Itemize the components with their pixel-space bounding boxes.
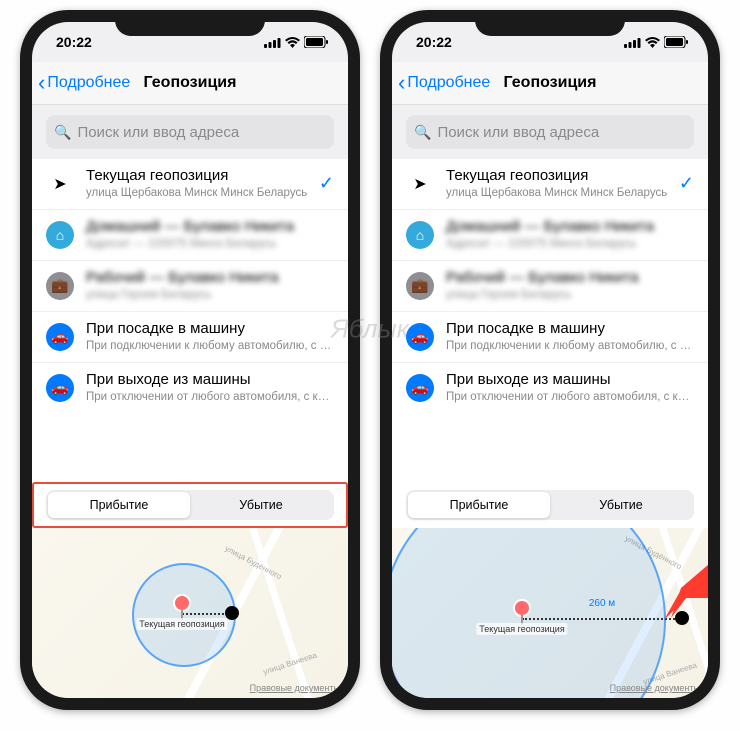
search-icon: 🔍 bbox=[54, 124, 71, 141]
wifi-icon bbox=[645, 37, 660, 48]
search-placeholder: Поиск или ввод адреса bbox=[77, 124, 239, 141]
row-subtitle: улица Героев Беларусь bbox=[446, 288, 694, 303]
briefcase-icon: 💼 bbox=[406, 272, 434, 300]
briefcase-icon: 💼 bbox=[46, 272, 74, 300]
row-title: Рабочий — Булавко Никита bbox=[86, 269, 334, 287]
row-car-enter[interactable]: 🚗 При посадке в машину При подключении к… bbox=[32, 312, 348, 363]
checkmark-icon: ✓ bbox=[679, 173, 694, 194]
radius-drag-handle[interactable] bbox=[225, 606, 239, 620]
back-button[interactable]: ‹ Подробнее bbox=[32, 70, 130, 96]
segmented-control-wrap: Прибытие Убытие bbox=[392, 482, 708, 528]
location-arrow-icon: ➤ bbox=[46, 170, 74, 198]
row-subtitle: улица Героев Беларусь bbox=[86, 288, 334, 303]
search-input[interactable]: 🔍 Поиск или ввод адреса bbox=[406, 115, 694, 149]
row-work[interactable]: 💼 Рабочий — Булавко Никита улица Героев … bbox=[392, 261, 708, 312]
battery-icon bbox=[664, 36, 688, 48]
row-subtitle: улица Щербакова Минск Минск Беларусь bbox=[446, 186, 671, 201]
row-home[interactable]: ⌂ Домашний — Булавко Никита Адресат — 22… bbox=[392, 210, 708, 261]
row-work[interactable]: 💼 Рабочий — Булавко Никита улица Героев … bbox=[32, 261, 348, 312]
pin-label: Текущая геопозиция bbox=[476, 623, 567, 635]
geofence-circle bbox=[132, 563, 236, 667]
battery-icon bbox=[304, 36, 328, 48]
map-view[interactable]: улица Будённого улица Ванеева 260 м Теку… bbox=[392, 528, 708, 698]
phone-right: 20:22 ‹ Подробнее Геопозиция 🔍 Поиск или… bbox=[380, 10, 720, 710]
row-car-exit[interactable]: 🚗 При выходе из машины При отключении от… bbox=[392, 363, 708, 413]
car-icon: 🚗 bbox=[406, 323, 434, 351]
screen: 20:22 ‹ Подробнее Геопозиция 🔍 Поиск или… bbox=[392, 22, 708, 698]
segmented-control-highlight: Прибытие Убытие bbox=[32, 482, 348, 528]
legal-link[interactable]: Правовые документы bbox=[610, 683, 700, 693]
map-view[interactable]: улица Будённого улица Ванеева Текущая ге… bbox=[32, 528, 348, 698]
row-subtitle: При подключении к любому автомобилю, с к… bbox=[446, 339, 694, 354]
home-icon: ⌂ bbox=[46, 221, 74, 249]
row-subtitle: улица Щербакова Минск Минск Беларусь bbox=[86, 186, 311, 201]
notch bbox=[115, 10, 265, 36]
location-list: ➤ Текущая геопозиция улица Щербакова Мин… bbox=[32, 159, 348, 482]
chevron-left-icon: ‹ bbox=[398, 70, 405, 96]
segmented-control: Прибытие Убытие bbox=[406, 490, 694, 520]
nav-bar: ‹ Подробнее Геопозиция bbox=[32, 62, 348, 105]
row-title: Текущая геопозиция bbox=[86, 167, 311, 185]
row-title: Текущая геопозиция bbox=[446, 167, 671, 185]
segment-arrive[interactable]: Прибытие bbox=[48, 492, 190, 518]
location-list: ➤ Текущая геопозиция улица Щербакова Мин… bbox=[392, 159, 708, 482]
row-subtitle: Адресат — 220075 Минск Беларусь bbox=[86, 237, 334, 252]
segment-leave[interactable]: Убытие bbox=[550, 492, 692, 518]
back-label: Подробнее bbox=[407, 74, 490, 92]
screen: 20:22 ‹ Подробнее Геопозиция 🔍 Поиск или… bbox=[32, 22, 348, 698]
row-current-location[interactable]: ➤ Текущая геопозиция улица Щербакова Мин… bbox=[392, 159, 708, 210]
status-indicators bbox=[264, 36, 328, 48]
wifi-icon bbox=[285, 37, 300, 48]
signal-icon bbox=[624, 37, 641, 48]
chevron-left-icon: ‹ bbox=[38, 70, 45, 96]
back-label: Подробнее bbox=[47, 74, 130, 92]
pin-label: Текущая геопозиция bbox=[136, 618, 227, 630]
row-title: При посадке в машину bbox=[446, 320, 694, 338]
row-home[interactable]: ⌂ Домашний — Булавко Никита Адресат — 22… bbox=[32, 210, 348, 261]
row-title: Домашний — Булавко Никита bbox=[86, 218, 334, 236]
search-icon: 🔍 bbox=[414, 124, 431, 141]
row-current-location[interactable]: ➤ Текущая геопозиция улица Щербакова Мин… bbox=[32, 159, 348, 210]
row-title: При выходе из машины bbox=[86, 371, 334, 389]
row-subtitle: При подключении к любому автомобилю, с к… bbox=[86, 339, 334, 354]
row-title: При посадке в машину bbox=[86, 320, 334, 338]
nav-title: Геопозиция bbox=[504, 74, 597, 92]
segment-leave[interactable]: Убытие bbox=[190, 492, 332, 518]
location-arrow-icon: ➤ bbox=[406, 170, 434, 198]
row-title: Домашний — Булавко Никита bbox=[446, 218, 694, 236]
row-subtitle: При отключении от любого автомобиля, с к… bbox=[446, 390, 694, 405]
map-pin bbox=[173, 594, 191, 612]
row-title: При выходе из машины bbox=[446, 371, 694, 389]
car-icon: 🚗 bbox=[46, 374, 74, 402]
status-time: 20:22 bbox=[56, 34, 92, 50]
checkmark-icon: ✓ bbox=[319, 173, 334, 194]
map-pin bbox=[513, 599, 531, 617]
home-icon: ⌂ bbox=[406, 221, 434, 249]
car-icon: 🚗 bbox=[46, 323, 74, 351]
nav-bar: ‹ Подробнее Геопозиция bbox=[392, 62, 708, 105]
segment-arrive[interactable]: Прибытие bbox=[408, 492, 550, 518]
search-placeholder: Поиск или ввод адреса bbox=[437, 124, 599, 141]
notch bbox=[475, 10, 625, 36]
segmented-control: Прибытие Убытие bbox=[46, 490, 334, 520]
row-subtitle: Адресат — 220075 Минск Беларусь bbox=[446, 237, 694, 252]
car-icon: 🚗 bbox=[406, 374, 434, 402]
status-time: 20:22 bbox=[416, 34, 452, 50]
arrow-annotation bbox=[656, 558, 708, 628]
status-indicators bbox=[624, 36, 688, 48]
nav-title: Геопозиция bbox=[144, 74, 237, 92]
row-car-enter[interactable]: 🚗 При посадке в машину При подключении к… bbox=[392, 312, 708, 363]
back-button[interactable]: ‹ Подробнее bbox=[392, 70, 490, 96]
phone-left: 20:22 ‹ Подробнее Геопозиция 🔍 Поиск или… bbox=[20, 10, 360, 710]
radius-label: 260 м bbox=[589, 598, 615, 609]
row-car-exit[interactable]: 🚗 При выходе из машины При отключении от… bbox=[32, 363, 348, 413]
legal-link[interactable]: Правовые документы bbox=[250, 683, 340, 693]
signal-icon bbox=[264, 37, 281, 48]
row-title: Рабочий — Булавко Никита bbox=[446, 269, 694, 287]
row-subtitle: При отключении от любого автомобиля, с к… bbox=[86, 390, 334, 405]
search-input[interactable]: 🔍 Поиск или ввод адреса bbox=[46, 115, 334, 149]
